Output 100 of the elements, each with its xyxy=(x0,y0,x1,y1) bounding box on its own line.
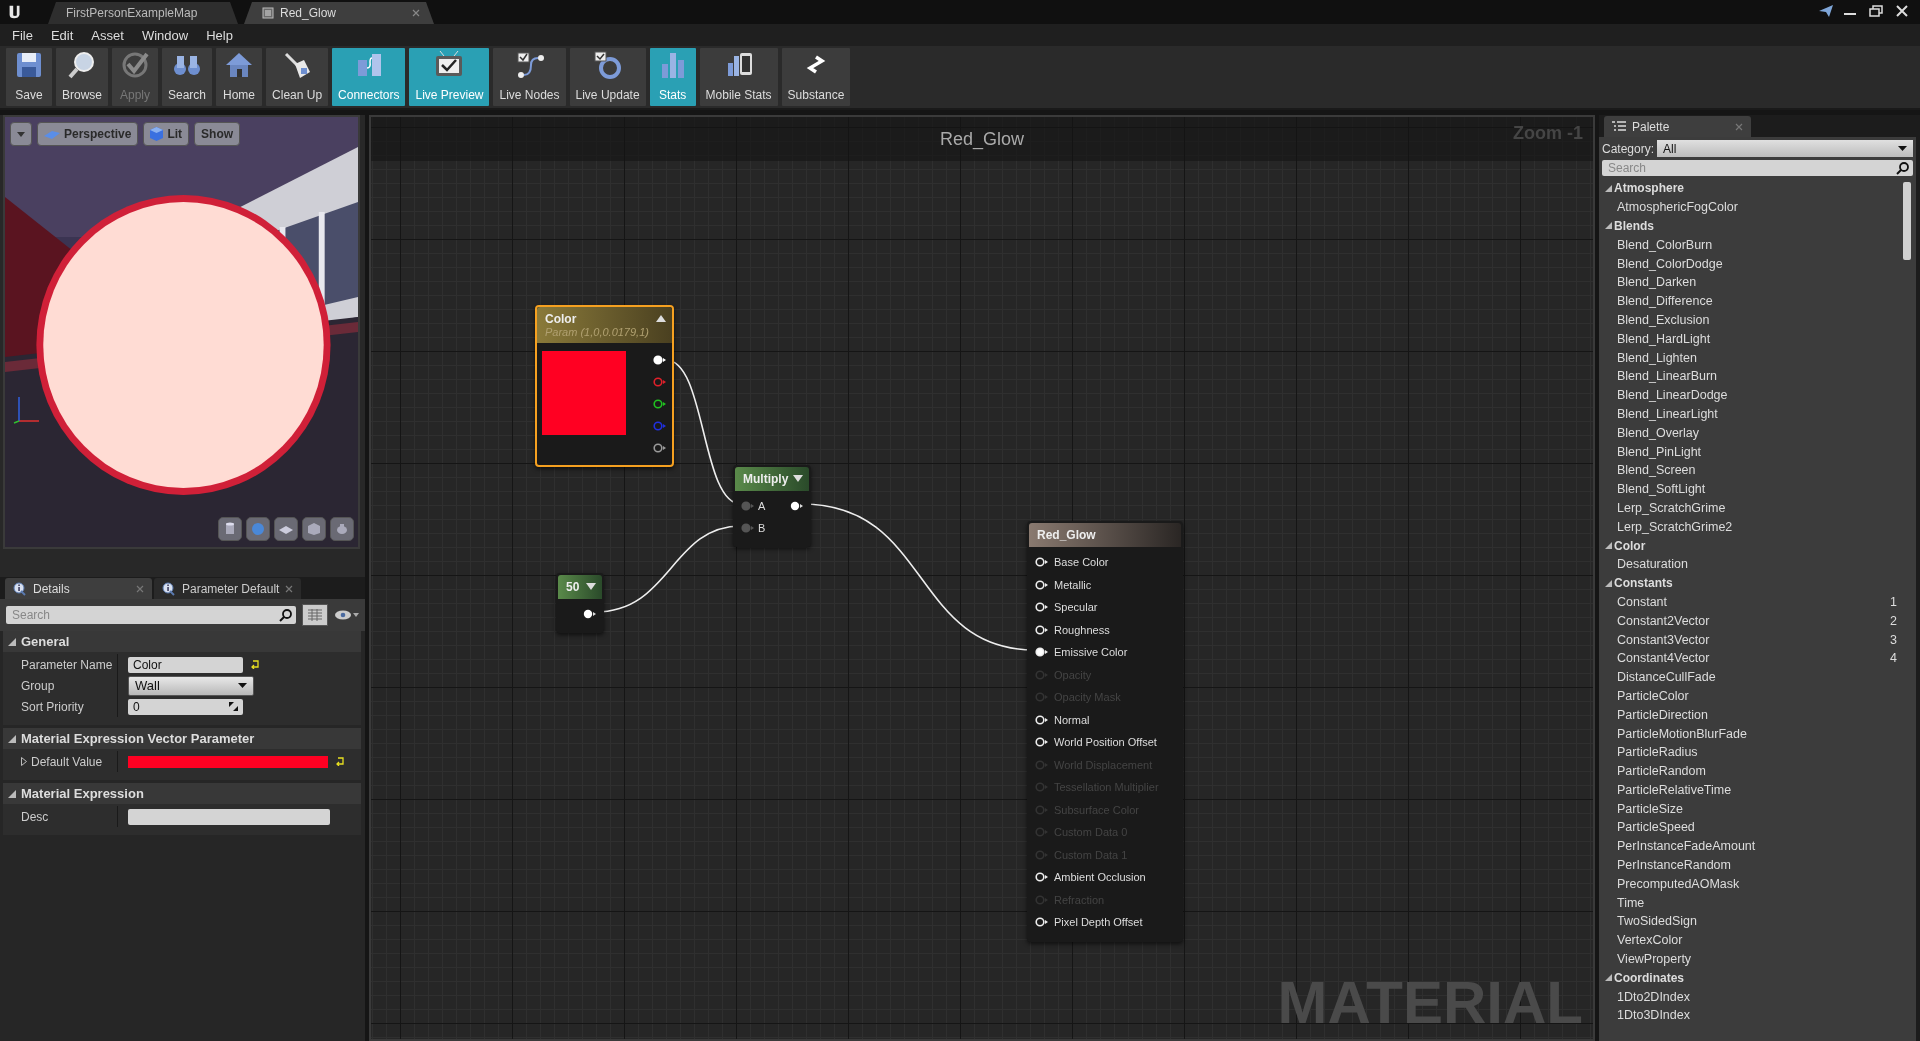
palette-item[interactable]: ViewProperty xyxy=(1617,952,1692,967)
palette-item[interactable]: Blend_ColorBurn xyxy=(1617,237,1713,252)
palette-item[interactable]: PerInstanceRandom xyxy=(1617,858,1731,873)
category-header[interactable]: Blends xyxy=(1602,216,1903,236)
pin-icon[interactable] xyxy=(583,609,596,619)
pin-icon[interactable] xyxy=(653,443,666,453)
panel-tab[interactable]: Parameter Default xyxy=(154,578,302,599)
view-options-button[interactable] xyxy=(10,122,32,146)
palette-item[interactable]: Blend_PinLight xyxy=(1617,444,1702,459)
color-swatch[interactable] xyxy=(128,755,328,768)
shape-button[interactable] xyxy=(218,517,242,541)
viewport-button[interactable]: Lit xyxy=(143,122,190,146)
palette-item[interactable]: ParticleMotionBlurFade xyxy=(1617,726,1747,741)
shape-button[interactable] xyxy=(330,517,354,541)
palette-item[interactable]: PerInstanceFadeAmount xyxy=(1617,839,1756,854)
text-field[interactable]: Color xyxy=(128,656,243,673)
pin-icon[interactable] xyxy=(1035,714,1048,725)
palette-item[interactable]: Constant4Vector xyxy=(1617,651,1710,666)
palette-item[interactable]: Blend_ColorDodge xyxy=(1617,256,1723,271)
menu-item[interactable]: Window xyxy=(133,27,199,43)
shape-button[interactable] xyxy=(302,517,326,541)
palette-item[interactable]: Blend_Exclusion xyxy=(1617,312,1710,327)
toolbar-button[interactable]: Clean Up xyxy=(266,48,329,106)
category-dropdown[interactable]: All xyxy=(1657,140,1913,157)
toolbar-button[interactable]: Browse xyxy=(56,48,108,106)
toolbar-button[interactable]: Substance xyxy=(781,48,851,106)
panel-tab[interactable]: Palette xyxy=(1604,116,1751,137)
category-header[interactable]: Atmosphere xyxy=(1602,179,1903,198)
feedback-icon[interactable] xyxy=(1818,4,1834,18)
section-header[interactable]: General xyxy=(3,631,361,652)
toolbar-button[interactable]: Home xyxy=(216,48,263,106)
category-header[interactable]: Coordinates xyxy=(1602,968,1903,988)
search-field[interactable]: Search xyxy=(6,606,296,624)
pin-icon[interactable] xyxy=(1035,579,1048,590)
number-field[interactable]: 0 xyxy=(128,698,243,715)
expand-arrow-icon[interactable] xyxy=(793,475,803,482)
viewport-button[interactable]: Perspective xyxy=(37,122,139,146)
menu-item[interactable]: Help xyxy=(198,27,243,43)
view-options-button[interactable] xyxy=(302,604,328,626)
palette-item[interactable]: Blend_Darken xyxy=(1617,275,1697,290)
panel-tab[interactable]: Details xyxy=(5,578,152,599)
menu-item[interactable]: Edit xyxy=(42,27,84,43)
menu-item[interactable]: Asset xyxy=(83,27,134,43)
toolbar-button[interactable]: Live Update xyxy=(569,48,646,106)
node-header[interactable]: Red_Glow xyxy=(1029,523,1181,547)
palette-item[interactable]: Blend_LinearDodge xyxy=(1617,388,1728,403)
document-tab[interactable]: Red_Glow xyxy=(244,2,434,24)
search-field[interactable]: Search xyxy=(1602,160,1913,176)
palette-item[interactable]: Blend_Lighten xyxy=(1617,350,1697,365)
palette-item[interactable]: ParticleSize xyxy=(1617,801,1683,816)
menu-item[interactable]: File xyxy=(4,27,43,43)
category-header[interactable]: Color xyxy=(1602,536,1903,555)
palette-item[interactable]: ParticleRelativeTime xyxy=(1617,782,1732,797)
palette-item[interactable]: ParticleSpeed xyxy=(1617,820,1695,835)
palette-item[interactable]: Blend_Screen xyxy=(1617,463,1696,478)
reset-arrow-icon[interactable] xyxy=(336,757,345,766)
pin-icon[interactable] xyxy=(653,355,666,365)
constant-node[interactable]: 50 xyxy=(556,573,604,633)
palette-item[interactable]: Constant2Vector xyxy=(1617,613,1710,628)
category-header[interactable]: Constants xyxy=(1602,573,1903,593)
dropdown[interactable]: Wall xyxy=(128,675,254,696)
palette-item[interactable]: VertexColor xyxy=(1617,933,1683,948)
toolbar-button[interactable]: Save xyxy=(6,48,52,106)
palette-item[interactable]: 1Dto2DIndex xyxy=(1617,989,1690,1004)
palette-item[interactable]: TwoSidedSign xyxy=(1617,914,1697,929)
eye-icon[interactable] xyxy=(334,609,360,621)
section-header[interactable]: Material Expression xyxy=(3,783,361,804)
palette-item[interactable]: Blend_LinearBurn xyxy=(1617,369,1718,384)
section-header[interactable]: Material Expression Vector Parameter xyxy=(3,728,361,749)
palette-item[interactable]: Constant3Vector xyxy=(1617,632,1710,647)
palette-item[interactable]: ParticleDirection xyxy=(1617,707,1708,722)
palette-item[interactable]: Blend_HardLight xyxy=(1617,331,1711,346)
pin-icon[interactable] xyxy=(1035,624,1048,635)
pin-icon[interactable] xyxy=(1035,872,1048,883)
scrollbar[interactable] xyxy=(1903,182,1911,260)
pin-icon[interactable] xyxy=(1035,737,1048,748)
palette-item[interactable]: Constant xyxy=(1617,594,1668,609)
toolbar-button[interactable]: Live Nodes xyxy=(493,48,566,106)
palette-item[interactable]: ParticleRandom xyxy=(1617,764,1706,779)
pin-icon[interactable] xyxy=(653,399,666,409)
text-field[interactable] xyxy=(128,808,330,825)
expand-arrow-icon[interactable] xyxy=(586,583,596,590)
palette-item[interactable]: PrecomputedAOMask xyxy=(1617,876,1740,891)
toolbar-button[interactable]: Search xyxy=(162,48,213,106)
pin-icon[interactable] xyxy=(790,501,803,511)
viewport-button[interactable]: Show xyxy=(194,122,241,146)
palette-item[interactable]: AtmosphericFogColor xyxy=(1617,200,1738,215)
palette-item[interactable]: Lerp_ScratchGrime xyxy=(1617,500,1726,515)
palette-item[interactable]: Blend_Overlay xyxy=(1617,425,1699,440)
shape-button[interactable] xyxy=(274,517,298,541)
palette-item[interactable]: DistanceCullFade xyxy=(1617,670,1716,685)
toolbar-button[interactable]: Mobile Stats xyxy=(699,48,778,106)
pin-icon[interactable] xyxy=(1035,917,1048,928)
palette-item[interactable]: ParticleColor xyxy=(1617,688,1689,703)
collapse-arrow-icon[interactable] xyxy=(656,315,666,322)
palette-item[interactable]: Time xyxy=(1617,895,1645,910)
palette-item[interactable]: Lerp_ScratchGrime2 xyxy=(1617,519,1733,534)
document-tab[interactable]: FirstPersonExampleMap xyxy=(48,2,238,24)
palette-item[interactable]: Blend_LinearLight xyxy=(1617,406,1718,421)
material-output-node[interactable] xyxy=(1027,521,1183,942)
